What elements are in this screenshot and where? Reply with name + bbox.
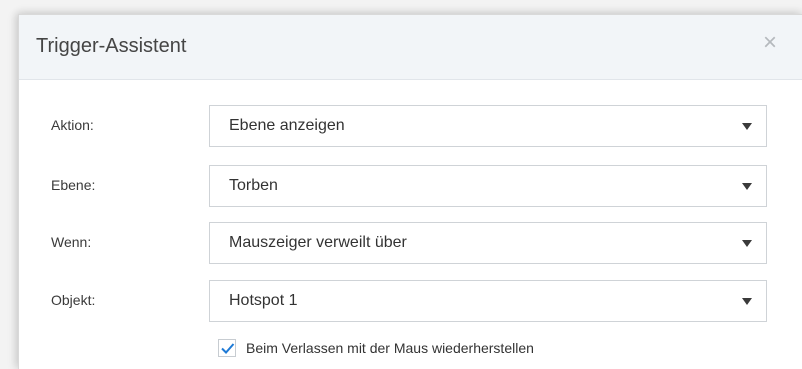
chevron-down-icon — [742, 240, 752, 247]
field-row-wenn: Wenn: Mauszeiger verweilt über — [19, 222, 802, 266]
field-row-ebene: Ebene: Torben — [19, 165, 802, 209]
wenn-dropdown[interactable]: Mauszeiger verweilt über — [209, 222, 767, 264]
aktion-label: Aktion: — [51, 117, 94, 133]
aktion-value: Ebene anzeigen — [229, 117, 345, 134]
ebene-label: Ebene: — [51, 177, 96, 193]
field-row-objekt: Objekt: Hotspot 1 — [19, 280, 802, 324]
wenn-value: Mauszeiger verweilt über — [229, 234, 407, 251]
chevron-down-icon — [742, 298, 752, 305]
field-row-aktion: Aktion: Ebene anzeigen — [19, 105, 802, 149]
objekt-label: Objekt: — [51, 292, 96, 308]
restore-checkbox-label[interactable]: Beim Verlassen mit der Maus wiederherste… — [246, 340, 534, 356]
ebene-dropdown[interactable]: Torben — [209, 165, 767, 207]
ebene-value: Torben — [229, 177, 278, 194]
chevron-down-icon — [742, 123, 752, 130]
dialog-header: Trigger-Assistent × — [19, 15, 802, 80]
dialog-title: Trigger-Assistent — [36, 35, 187, 57]
objekt-value: Hotspot 1 — [229, 292, 298, 309]
aktion-dropdown[interactable]: Ebene anzeigen — [209, 105, 767, 147]
restore-checkbox[interactable] — [218, 339, 236, 357]
checkmark-icon — [221, 343, 235, 354]
wenn-label: Wenn: — [51, 234, 92, 250]
chevron-down-icon — [742, 183, 752, 190]
objekt-dropdown[interactable]: Hotspot 1 — [209, 280, 767, 322]
close-icon[interactable]: × — [763, 31, 777, 55]
trigger-assistant-dialog: Trigger-Assistent × Aktion: Ebene anzeig… — [18, 14, 802, 369]
